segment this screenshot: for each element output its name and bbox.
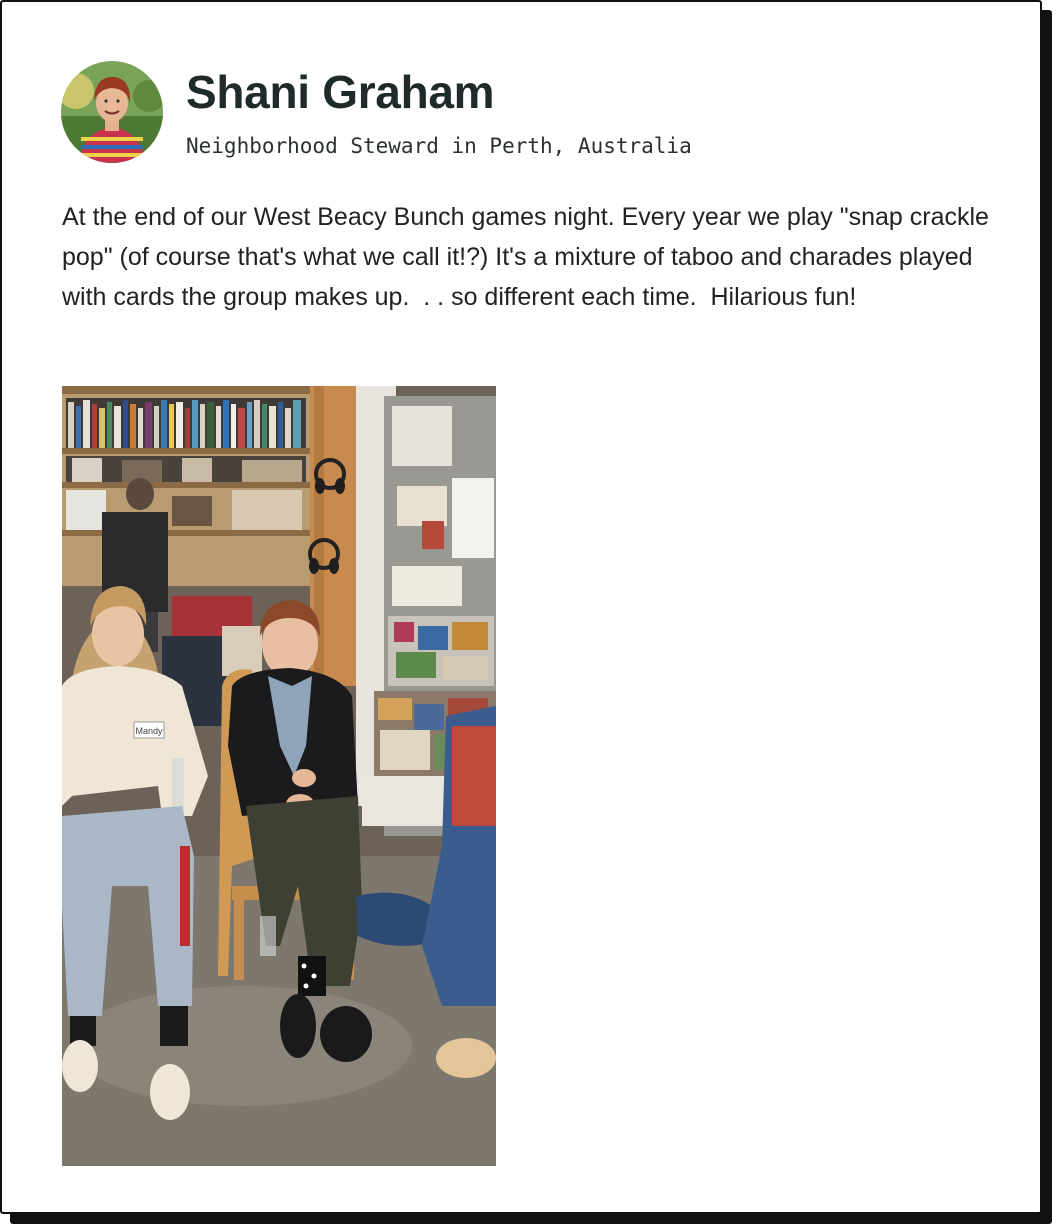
post-card: Shani Graham Neighborhood Steward in Per… <box>0 0 1042 1214</box>
avatar[interactable] <box>61 61 163 163</box>
page: Shani Graham Neighborhood Steward in Per… <box>0 0 1056 1228</box>
post-photo[interactable]: Mandy <box>62 386 496 1166</box>
avatar-photo <box>61 61 163 163</box>
author-name[interactable]: Shani Graham <box>186 64 495 120</box>
games-night-photo: Mandy <box>62 386 496 1166</box>
name-tag-label: Mandy <box>135 726 163 736</box>
post-text: At the end of our West Beacy Bunch games… <box>62 203 996 311</box>
author-role: Neighborhood Steward in Perth, Australia <box>186 134 692 158</box>
